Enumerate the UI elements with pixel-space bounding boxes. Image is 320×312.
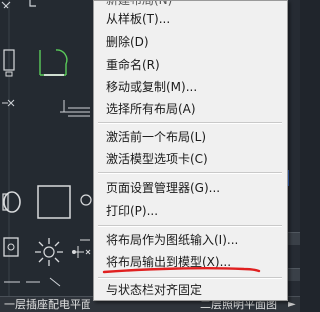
scroll-right-icon[interactable]: ► — [288, 298, 296, 312]
menu-item-label: 页面设置管理器(G)... — [106, 181, 221, 195]
menu-item-label: 移动或复制(M)... — [106, 80, 198, 94]
menu-separator — [98, 225, 282, 227]
menu-item-label: 删除(D) — [106, 35, 149, 49]
menu-item-print[interactable]: 打印(P)... — [94, 201, 287, 222]
menu-item-delete[interactable]: 删除(D) — [94, 32, 287, 53]
layout-tab-1[interactable]: 一层插座配电平面图 — [4, 298, 90, 312]
menu-item-label: 将布局输出到模型(X)... — [106, 255, 232, 269]
menu-item-activate-previous-layout[interactable]: 激活前一个布局(L) — [94, 127, 287, 148]
menu-separator — [98, 277, 282, 279]
menu-item-label: 打印(P)... — [106, 204, 159, 218]
menu-item-label: 激活前一个布局(L) — [106, 130, 207, 144]
layout-context-menu: 新建布局(N) 从样板(T)... 删除(D) 重命名(R) 移动或复制(M).… — [93, 0, 288, 301]
menu-item-label: 与状态栏对齐固定 — [106, 283, 203, 297]
menu-item-activate-model-tab[interactable]: 激活模型选项卡(C) — [94, 149, 287, 170]
menu-separator — [98, 172, 282, 174]
menu-separator — [98, 122, 282, 124]
menu-item-import-layout-as-sheet[interactable]: 将布局作为图纸输入(I)... — [94, 230, 287, 251]
menu-item-page-setup-manager[interactable]: 页面设置管理器(G)... — [94, 178, 287, 199]
menu-item-label: 激活模型选项卡(C) — [106, 152, 208, 166]
menu-item-label: 从样板(T)... — [106, 12, 171, 26]
menu-item-select-all-layouts[interactable]: 选择所有布局(A) — [94, 99, 287, 120]
menu-item-move-or-copy[interactable]: 移动或复制(M)... — [94, 77, 287, 98]
menu-item-dock-with-status-bar[interactable]: 与状态栏对齐固定 — [94, 280, 287, 300]
drawing-line — [288, 170, 299, 186]
menu-item-label: 新建布局(N) — [106, 0, 173, 7]
menu-item-export-layout-to-model[interactable]: 将布局输出到模型(X)... — [94, 252, 287, 273]
menu-item-rename[interactable]: 重命名(R) — [94, 55, 287, 76]
menu-item-label: 选择所有布局(A) — [106, 102, 196, 116]
menu-item-from-template[interactable]: 从样板(T)... — [94, 9, 287, 30]
menu-item-label: 重命名(R) — [106, 58, 160, 72]
menu-item-label: 将布局作为图纸输入(I)... — [106, 233, 239, 247]
